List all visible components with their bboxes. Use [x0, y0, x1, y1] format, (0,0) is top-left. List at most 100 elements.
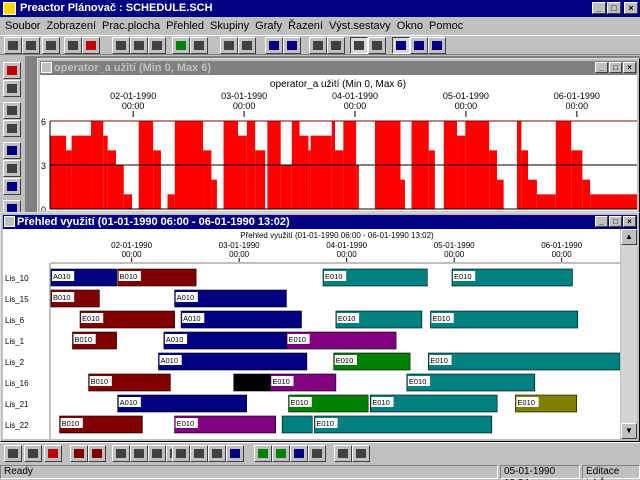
properties-button[interactable]	[112, 37, 130, 54]
utilization-minimize-button[interactable]: _	[595, 62, 608, 73]
job-bar[interactable]: E010	[314, 415, 493, 434]
gantt-maximize-button[interactable]: □	[609, 216, 622, 227]
job-bar[interactable]: B010	[50, 289, 100, 308]
job-bar[interactable]	[281, 415, 313, 434]
lock-red-button[interactable]	[44, 445, 62, 462]
job-bar[interactable]: E010	[322, 268, 428, 287]
job-bar[interactable]: E010	[370, 394, 498, 413]
window-menu-icon[interactable]	[4, 216, 15, 227]
print-button[interactable]	[42, 37, 60, 54]
duplicate-button[interactable]	[368, 37, 386, 54]
sort-desc-button[interactable]	[208, 445, 226, 462]
split-button[interactable]	[410, 37, 428, 54]
calendar-check-button[interactable]	[272, 445, 290, 462]
menu-item[interactable]: Přehled	[163, 20, 207, 32]
help-button[interactable]	[130, 37, 148, 54]
calendar-grid-button[interactable]	[290, 445, 308, 462]
gantt-window-titlebar[interactable]: Přehled využití (01-01-1990 06:00 - 06-0…	[3, 215, 637, 229]
lock-button[interactable]	[4, 445, 22, 462]
close-button[interactable]: ×	[624, 2, 638, 14]
job-bar[interactable]: A010	[158, 352, 308, 371]
scroll-up-arrow[interactable]: ▲	[621, 229, 637, 245]
job-bar[interactable]: B010	[59, 415, 143, 434]
undo-button[interactable]	[64, 37, 82, 54]
job-bar[interactable]: A010	[163, 331, 287, 350]
resource-label[interactable]: Lis_6	[5, 316, 25, 325]
download-button[interactable]	[334, 445, 352, 462]
job-bar[interactable]: B010	[88, 373, 171, 392]
job-bar[interactable]: E010	[428, 352, 621, 371]
utilization-maximize-button[interactable]: □	[609, 62, 622, 73]
check-button[interactable]	[254, 445, 272, 462]
gantt-minimize-button[interactable]: _	[595, 216, 608, 227]
sort-asc-button[interactable]	[172, 445, 190, 462]
rewind-fast-button[interactable]	[112, 445, 130, 462]
open-button[interactable]	[4, 37, 22, 54]
rewind-button[interactable]	[130, 445, 148, 462]
job-bar[interactable]: E010	[333, 352, 411, 371]
calendar-button[interactable]	[3, 142, 21, 159]
job-bar[interactable]: B010	[72, 331, 117, 350]
calendar-red-button[interactable]	[3, 62, 21, 79]
resource-label[interactable]: Lis_10	[5, 274, 29, 283]
job-bar[interactable]: A010	[174, 289, 287, 308]
clock-button[interactable]	[308, 445, 326, 462]
menu-item[interactable]: Pomoc	[426, 20, 466, 32]
monitor-button[interactable]	[309, 37, 327, 54]
menu-item[interactable]: Výst.sestavy	[326, 20, 394, 32]
tile-vertical-button[interactable]	[265, 37, 283, 54]
menu-item[interactable]: Soubor	[2, 20, 43, 32]
window-button[interactable]	[428, 37, 446, 54]
calendar-blue-button[interactable]	[3, 178, 21, 195]
document-button[interactable]	[3, 102, 21, 119]
app-icon[interactable]	[3, 2, 16, 15]
job-bar[interactable]: E010	[79, 310, 175, 329]
job-bar[interactable]: B010	[117, 268, 197, 287]
move-button[interactable]	[3, 120, 21, 137]
copy-button[interactable]	[238, 37, 256, 54]
job-bar[interactable]: E010	[174, 415, 276, 434]
schedule-button[interactable]	[3, 160, 21, 177]
utilization-close-button[interactable]: ×	[623, 62, 636, 73]
redo-button[interactable]	[82, 37, 100, 54]
resource-label[interactable]: Lis_21	[5, 400, 29, 409]
book-green-button[interactable]	[172, 37, 190, 54]
job-bar[interactable]: E010	[270, 373, 337, 392]
gantt-close-button[interactable]: ×	[623, 216, 636, 227]
resource-label[interactable]: Lis_15	[5, 295, 29, 304]
job-bar[interactable]: E010	[430, 310, 579, 329]
select-button[interactable]	[220, 37, 238, 54]
menu-item[interactable]: Skupiny	[207, 20, 252, 32]
job-bar[interactable]: A010	[50, 268, 117, 287]
forward-button[interactable]	[148, 445, 166, 462]
menu-item[interactable]: Okno	[394, 20, 426, 32]
scroll-down-arrow[interactable]: ▼	[621, 423, 637, 439]
inbox-button[interactable]	[352, 445, 370, 462]
utilization-window-titlebar[interactable]: operator_a užití (Min 0, Max 6) _ □ ×	[40, 61, 637, 75]
job-bar[interactable]: E010	[286, 331, 397, 350]
minimize-button[interactable]: _	[592, 2, 606, 14]
filter-button[interactable]	[148, 37, 166, 54]
job-bar[interactable]: E010	[288, 394, 369, 413]
film-button[interactable]	[70, 445, 88, 462]
menu-item[interactable]: Zobrazení	[43, 20, 99, 32]
grid-button[interactable]	[226, 445, 244, 462]
resource-label[interactable]: Lis_1	[5, 337, 25, 346]
job-bar[interactable]: E010	[515, 394, 578, 413]
job-bar[interactable]: E010	[406, 373, 536, 392]
menu-item[interactable]: Grafy	[252, 20, 285, 32]
page-button[interactable]	[350, 37, 368, 54]
save-button[interactable]	[22, 37, 40, 54]
sort-priority-button[interactable]	[190, 445, 208, 462]
maximize-button[interactable]: □	[607, 2, 621, 14]
window-menu-icon[interactable]	[41, 62, 52, 73]
chart-button[interactable]	[88, 445, 106, 462]
book-dark-button[interactable]	[190, 37, 208, 54]
menu-item[interactable]: Řazení	[285, 20, 326, 32]
job-bar[interactable]: E010	[451, 268, 573, 287]
sequence-button[interactable]	[327, 37, 345, 54]
resource-label[interactable]: Lis_22	[5, 421, 29, 430]
job-bar[interactable]: A010	[180, 310, 302, 329]
tile-horizontal-button[interactable]	[283, 37, 301, 54]
job-bar[interactable]	[233, 373, 271, 392]
